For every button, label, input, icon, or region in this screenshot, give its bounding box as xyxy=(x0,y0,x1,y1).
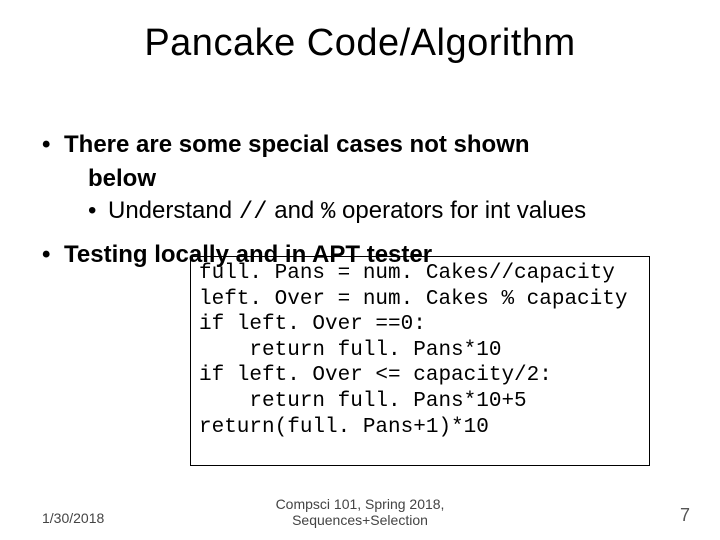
code-line-7: return(full. Pans+1)*10 xyxy=(199,415,641,441)
bullet-1-cont: below xyxy=(88,164,690,194)
bullet-dot-icon: • xyxy=(42,130,64,160)
bullet-1-text-a: There are some special cases not shown xyxy=(64,131,530,158)
code-box: full. Pans = num. Cakes//capacity left. … xyxy=(190,256,650,466)
bullet-1-sub: •Understand // and % operators for int v… xyxy=(88,196,690,228)
footer-center-line2: Sequences+Selection xyxy=(292,512,428,528)
code-inline-percent: % xyxy=(321,199,335,226)
code-line-4: return full. Pans*10 xyxy=(199,338,641,364)
footer-center: Compsci 101, Spring 2018, Sequences+Sele… xyxy=(0,496,720,528)
bullet-list: •There are some special cases not shown … xyxy=(42,130,690,270)
slide: Pancake Code/Algorithm •There are some s… xyxy=(0,0,720,540)
bullet-1-sub-pre: Understand xyxy=(108,197,239,224)
bullet-2-text: Testing locally and in APT tester xyxy=(64,241,432,268)
code-line-5: if left. Over <= capacity/2: xyxy=(199,363,641,389)
bullet-2: •Testing locally and in APT tester xyxy=(42,240,690,270)
code-inline-slashslash: // xyxy=(239,199,268,226)
sub-bullet-dot-icon: • xyxy=(88,196,108,226)
bullet-dot-icon: • xyxy=(42,240,64,270)
bullet-1: •There are some special cases not shown xyxy=(42,130,690,160)
bullet-1-sub-mid: and xyxy=(268,197,321,224)
code-line-2: left. Over = num. Cakes % capacity xyxy=(199,287,641,313)
slide-title: Pancake Code/Algorithm xyxy=(0,22,720,65)
footer-page-number: 7 xyxy=(680,505,690,526)
footer-center-line1: Compsci 101, Spring 2018, xyxy=(276,496,445,512)
code-line-6: return full. Pans*10+5 xyxy=(199,389,641,415)
bullet-1-sub-post: operators for int values xyxy=(335,197,586,224)
code-line-3: if left. Over ==0: xyxy=(199,312,641,338)
